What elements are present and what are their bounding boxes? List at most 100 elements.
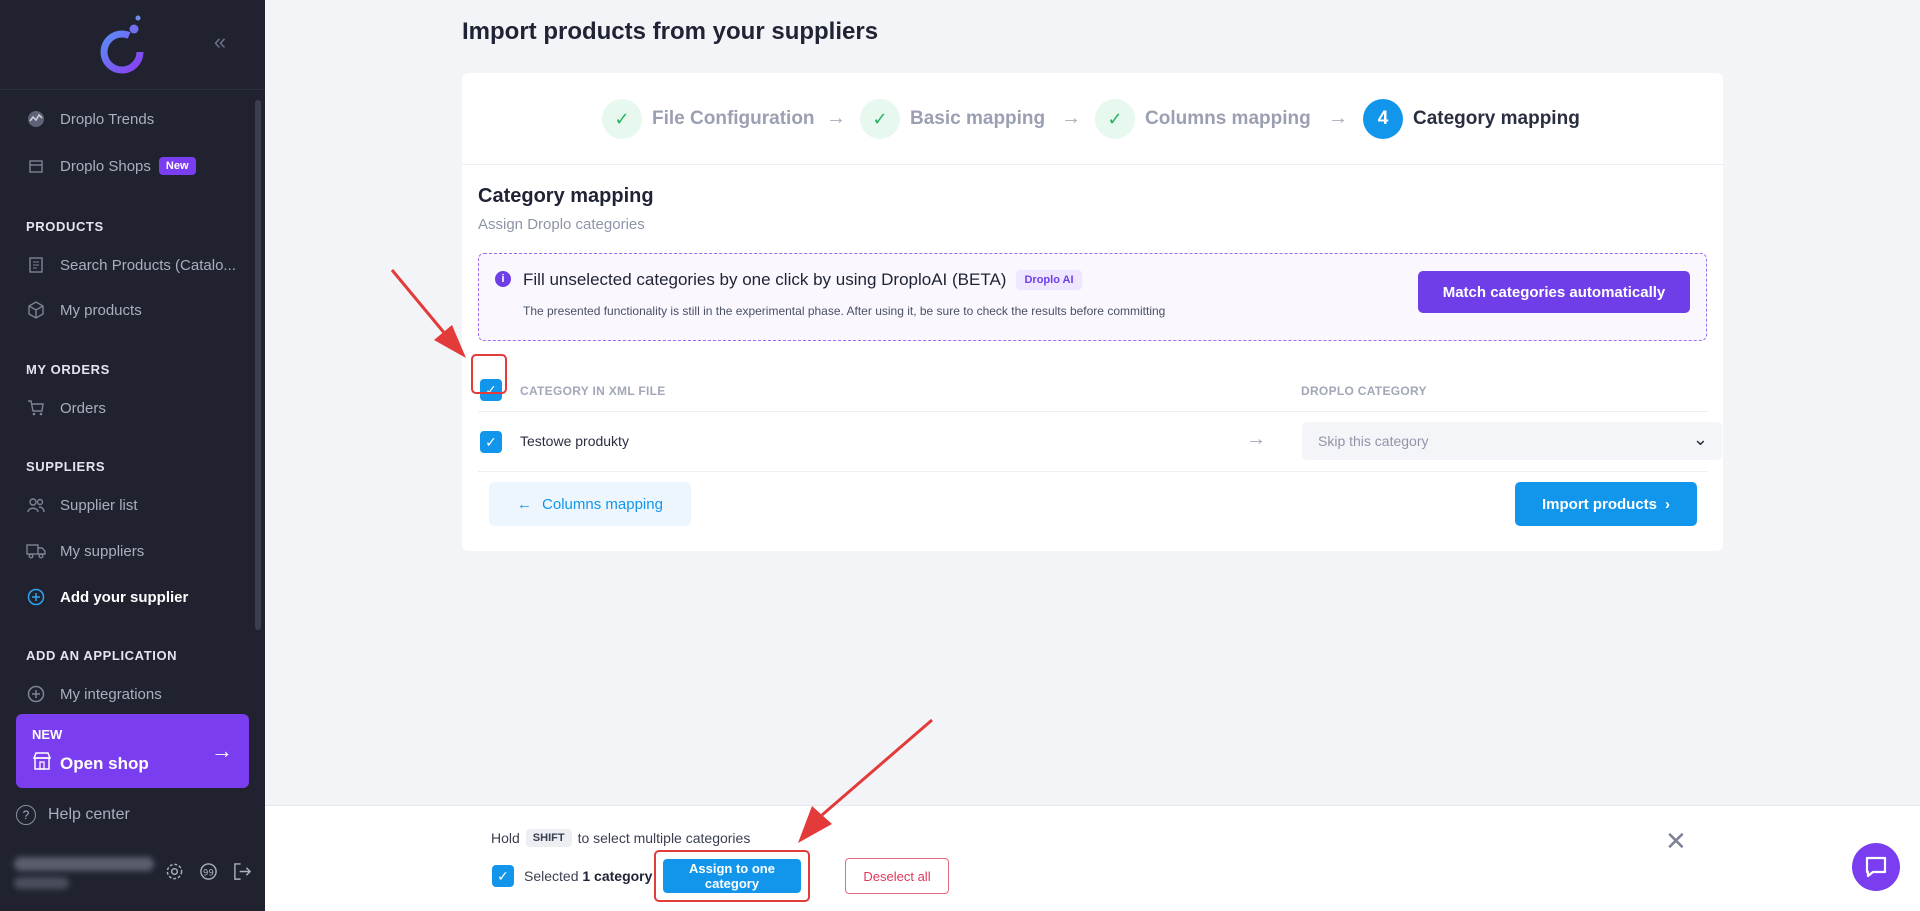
logout-icon[interactable] [232, 861, 252, 881]
stepper: ✓ File Configuration → ✓ Basic mapping →… [462, 73, 1723, 165]
table-header: ✓ CATEGORY IN XML FILE DROPLO CATEGORY [478, 368, 1707, 412]
selected-checkbox[interactable]: ✓ [492, 865, 514, 887]
sidebar-item-orders[interactable]: Orders [26, 393, 106, 423]
section-subtitle: Assign Droplo categories [478, 216, 645, 233]
support-chat-button[interactable] [1852, 843, 1900, 891]
step-label: Columns mapping [1145, 108, 1311, 129]
sidebar-item-add-supplier[interactable]: Add your supplier [26, 582, 188, 612]
back-columns-mapping-button[interactable]: ← Columns mapping [489, 482, 691, 526]
page-title: Import products from your suppliers [462, 18, 879, 45]
droplo-ai-banner: i Fill unselected categories by one clic… [478, 253, 1707, 341]
sidebar-item-droplo-shops[interactable]: Droplo Shops New [26, 151, 196, 181]
section-add-application: ADD AN APPLICATION [26, 648, 178, 663]
plus-circle-icon [26, 587, 46, 607]
shop-icon [26, 156, 46, 176]
user-panel: 99 [14, 855, 254, 895]
chevron-down-icon: ⌄ [1692, 429, 1708, 449]
chat-bubble-icon[interactable]: 99 [198, 861, 218, 881]
assign-to-one-category-button[interactable]: Assign to one category [663, 859, 801, 893]
section-suppliers: SUPPLIERS [26, 459, 106, 474]
chat-icon [1865, 856, 1887, 878]
truck-icon [26, 541, 46, 561]
selected-pre: Selected [524, 868, 579, 884]
step-number: 4 [1363, 99, 1403, 139]
sidebar-item-droplo-trends[interactable]: Droplo Trends [26, 104, 154, 134]
sidebar-item-label: Orders [60, 399, 106, 417]
trends-icon [26, 109, 46, 129]
plus-circle-icon [26, 684, 46, 704]
sidebar-item-label: Droplo Trends [60, 110, 155, 128]
sidebar-item-label: Search Products (Catalo... [60, 256, 236, 274]
sidebar-item-label: Add your supplier [60, 588, 189, 606]
sidebar-item-my-products[interactable]: My products [26, 295, 142, 325]
collapse-sidebar-icon[interactable]: « [208, 30, 232, 54]
help-center-label: Help center [48, 806, 130, 823]
selection-bar: Hold SHIFT to select multiple categories… [265, 805, 1920, 911]
gear-icon[interactable] [164, 861, 184, 881]
xml-category-name: Testowe produkty [520, 433, 629, 449]
cart-icon [26, 398, 46, 418]
user-name-blurred [14, 857, 154, 871]
arrow-right-icon: → [826, 107, 846, 129]
section-my-orders: MY ORDERS [26, 362, 110, 377]
user-email-blurred [14, 877, 69, 889]
import-card: ✓ File Configuration → ✓ Basic mapping →… [462, 73, 1723, 551]
logo-area: « [0, 0, 265, 90]
sidebar-item-my-suppliers[interactable]: My suppliers [26, 536, 144, 566]
close-icon[interactable]: ✕ [1665, 826, 1687, 857]
step-file-configuration[interactable]: ✓ File Configuration [602, 99, 815, 139]
sidebar-item-label: My suppliers [60, 542, 145, 560]
store-icon [32, 752, 52, 775]
check-icon: ✓ [860, 99, 900, 139]
ai-banner-title: Fill unselected categories by one click … [523, 270, 1007, 289]
info-icon: i [495, 271, 511, 287]
step-columns-mapping[interactable]: ✓ Columns mapping [1095, 99, 1311, 139]
shift-key: SHIFT [525, 829, 572, 847]
user-actions: 99 [164, 861, 252, 881]
back-button-label: Columns mapping [542, 495, 663, 513]
hint-pre: Hold [491, 830, 520, 846]
column-header-droplo: DROPLO CATEGORY [1301, 384, 1427, 398]
arrow-right-icon: → [1246, 428, 1266, 450]
sidebar-item-search-products[interactable]: Search Products (Catalo... [26, 250, 236, 280]
sidebar-item-label: My products [60, 301, 142, 319]
sidebar-item-my-integrations[interactable]: My integrations [26, 679, 162, 705]
section-title: Category mapping [478, 185, 654, 207]
sidebar-item-supplier-list[interactable]: Supplier list [26, 490, 138, 520]
hint-post: to select multiple categories [577, 830, 751, 846]
droplo-category-select[interactable]: Skip this category ⌄ [1302, 422, 1722, 460]
box-icon [26, 300, 46, 320]
step-label: Category mapping [1413, 108, 1580, 129]
step-category-mapping[interactable]: 4 Category mapping [1363, 99, 1580, 139]
arrow-right-icon: → [1328, 107, 1348, 129]
step-label: File Configuration [652, 108, 815, 129]
import-button-label: Import products [1542, 495, 1657, 513]
section-products: PRODUCTS [26, 219, 104, 234]
step-basic-mapping[interactable]: ✓ Basic mapping [860, 99, 1045, 139]
droplo-ai-tag: Droplo AI [1016, 270, 1082, 290]
select-value: Skip this category [1318, 433, 1429, 449]
sidebar-scrollbar[interactable] [255, 100, 261, 630]
ai-banner-title-row: Fill unselected categories by one click … [523, 270, 1082, 290]
sidebar-item-label: Supplier list [60, 496, 138, 514]
import-products-button[interactable]: Import products › [1515, 482, 1697, 526]
row-checkbox[interactable]: ✓ [480, 431, 502, 453]
arrow-right-icon: › [1665, 495, 1670, 513]
question-icon: ? [16, 805, 36, 825]
new-badge: New [158, 157, 196, 175]
open-shop-label: Open shop [60, 753, 149, 773]
sidebar-nav: Droplo Trends Droplo Shops New PRODUCTS … [0, 90, 255, 705]
annotation-highlight-box [471, 354, 507, 394]
arrow-left-icon: ← [517, 495, 533, 513]
users-icon [26, 495, 46, 515]
deselect-all-button[interactable]: Deselect all [845, 858, 949, 894]
table-row: ✓ Testowe produkty → Skip this category … [478, 412, 1722, 472]
help-center-link[interactable]: ? Help center [16, 805, 130, 825]
match-categories-button[interactable]: Match categories automatically [1418, 271, 1690, 313]
open-shop-button[interactable]: NEW Open shop → [16, 714, 249, 788]
step-label: Basic mapping [910, 108, 1046, 129]
droplo-logo-icon[interactable] [98, 14, 146, 76]
open-shop-new-label: NEW [32, 727, 63, 742]
open-shop-label-row: Open shop [32, 752, 149, 775]
sidebar-item-label: My integrations [60, 685, 162, 703]
